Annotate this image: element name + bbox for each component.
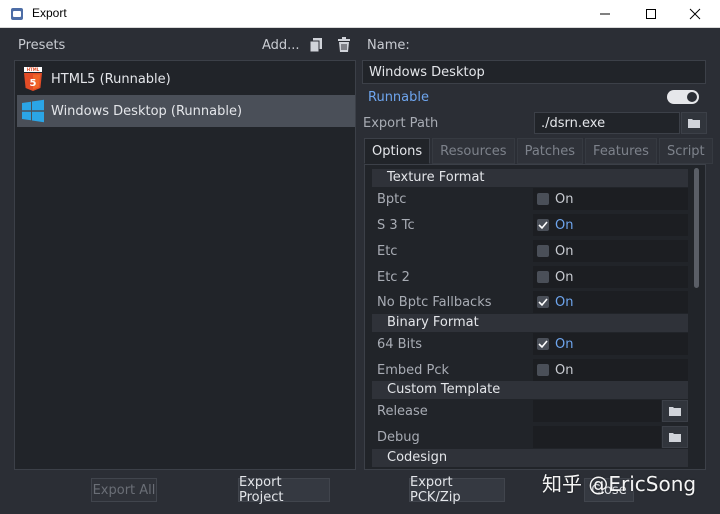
prop-label-64-bits: 64 Bits	[377, 337, 423, 352]
minimize-icon	[600, 13, 610, 15]
embed-pck-checkbox[interactable]: On	[533, 359, 688, 381]
export-dialog: Presets Add... HTML 5 HTML5 (Runnable) W…	[0, 28, 720, 514]
folder-icon	[669, 407, 681, 416]
debug-template-input[interactable]	[533, 426, 661, 448]
preset-label: HTML5 (Runnable)	[51, 71, 171, 87]
checkbox-label: On	[555, 362, 574, 378]
tab-patches[interactable]: Patches	[516, 138, 584, 164]
checkbox-label: On	[555, 243, 574, 259]
64-bits-checkbox[interactable]: On	[533, 333, 688, 355]
runnable-label: Runnable	[368, 90, 429, 105]
checkmark-icon	[537, 296, 549, 308]
window-titlebar: Export	[0, 0, 720, 28]
checkbox-label: On	[555, 269, 574, 285]
export-pck-zip-button[interactable]: Export PCK/Zip	[409, 475, 505, 505]
duplicate-icon[interactable]	[309, 37, 323, 53]
s3tc-checkbox[interactable]: On	[533, 214, 688, 236]
export-project-button[interactable]: Export Project	[238, 475, 330, 505]
folder-icon	[688, 119, 700, 128]
preset-list: HTML 5 HTML5 (Runnable) Windows Desktop …	[14, 60, 356, 470]
export-tabs: Options Resources Patches Features Scrip…	[364, 138, 715, 164]
presets-label: Presets	[18, 38, 66, 53]
prop-label-s3tc: S 3 Tc	[377, 218, 415, 233]
maximize-button[interactable]	[628, 0, 674, 28]
prop-label-release: Release	[377, 404, 428, 419]
preset-name-input[interactable]: Windows Desktop	[362, 60, 706, 84]
prop-label-bptc: Bptc	[377, 192, 407, 207]
export-path-label: Export Path	[363, 116, 439, 131]
checkbox-label: On	[555, 217, 574, 233]
runnable-toggle[interactable]	[667, 90, 699, 104]
svg-text:HTML: HTML	[27, 67, 40, 72]
windows-icon	[22, 99, 44, 123]
prop-label-etc2: Etc 2	[377, 270, 410, 285]
prop-label-debug: Debug	[377, 430, 420, 445]
preset-item-html5[interactable]: HTML 5 HTML5 (Runnable)	[17, 63, 355, 95]
checkbox-label: On	[555, 294, 574, 310]
checkbox-box	[537, 271, 549, 283]
maximize-icon	[646, 9, 656, 19]
export-app-icon	[11, 8, 23, 20]
minimize-button[interactable]	[582, 0, 628, 28]
folder-icon	[669, 433, 681, 442]
section-codesign[interactable]: Codesign	[372, 449, 688, 467]
no-bptc-fallbacks-checkbox[interactable]: On	[533, 291, 688, 313]
options-scrollbar[interactable]	[694, 168, 699, 288]
bptc-checkbox[interactable]: On	[533, 188, 688, 210]
section-binary-format[interactable]: Binary Format	[372, 314, 688, 332]
svg-text:5: 5	[30, 78, 37, 89]
export-all-button[interactable]: Export All	[91, 478, 157, 502]
watermark: 知乎 @EricSong	[542, 472, 697, 496]
prop-label-etc: Etc	[377, 244, 398, 259]
close-icon	[689, 8, 701, 20]
toggle-knob	[687, 92, 697, 102]
checkmark-icon	[537, 219, 549, 231]
browse-debug-button[interactable]	[662, 426, 688, 448]
checkbox-label: On	[555, 191, 574, 207]
etc2-checkbox[interactable]: On	[533, 266, 688, 288]
checkbox-label: On	[555, 336, 574, 352]
checkbox-box	[537, 245, 549, 257]
checkbox-box	[537, 364, 549, 376]
prop-label-embed-pck: Embed Pck	[377, 363, 450, 378]
tab-features[interactable]: Features	[585, 138, 657, 164]
prop-label-no-bptc-fallbacks: No Bptc Fallbacks	[377, 295, 492, 310]
etc-checkbox[interactable]: On	[533, 240, 688, 262]
export-path-input[interactable]: ./dsrn.exe	[534, 112, 680, 134]
close-window-button[interactable]	[672, 0, 718, 28]
checkbox-box	[537, 193, 549, 205]
browse-export-path-button[interactable]	[681, 112, 707, 134]
html5-icon: HTML 5	[24, 67, 42, 91]
add-preset-button[interactable]: Add...	[262, 38, 300, 53]
section-texture-format[interactable]: Texture Format	[372, 169, 688, 187]
window-title: Export	[32, 6, 67, 20]
trash-icon[interactable]	[337, 37, 351, 53]
tab-options[interactable]: Options	[364, 138, 431, 164]
name-label: Name:	[367, 38, 410, 53]
preset-label: Windows Desktop (Runnable)	[51, 103, 243, 119]
section-custom-template[interactable]: Custom Template	[372, 381, 688, 399]
release-template-input[interactable]	[533, 400, 661, 422]
checkmark-icon	[537, 338, 549, 350]
tab-resources[interactable]: Resources	[432, 138, 515, 164]
tab-script[interactable]: Script	[658, 138, 713, 164]
preset-item-windows[interactable]: Windows Desktop (Runnable)	[17, 95, 355, 127]
browse-release-button[interactable]	[662, 400, 688, 422]
